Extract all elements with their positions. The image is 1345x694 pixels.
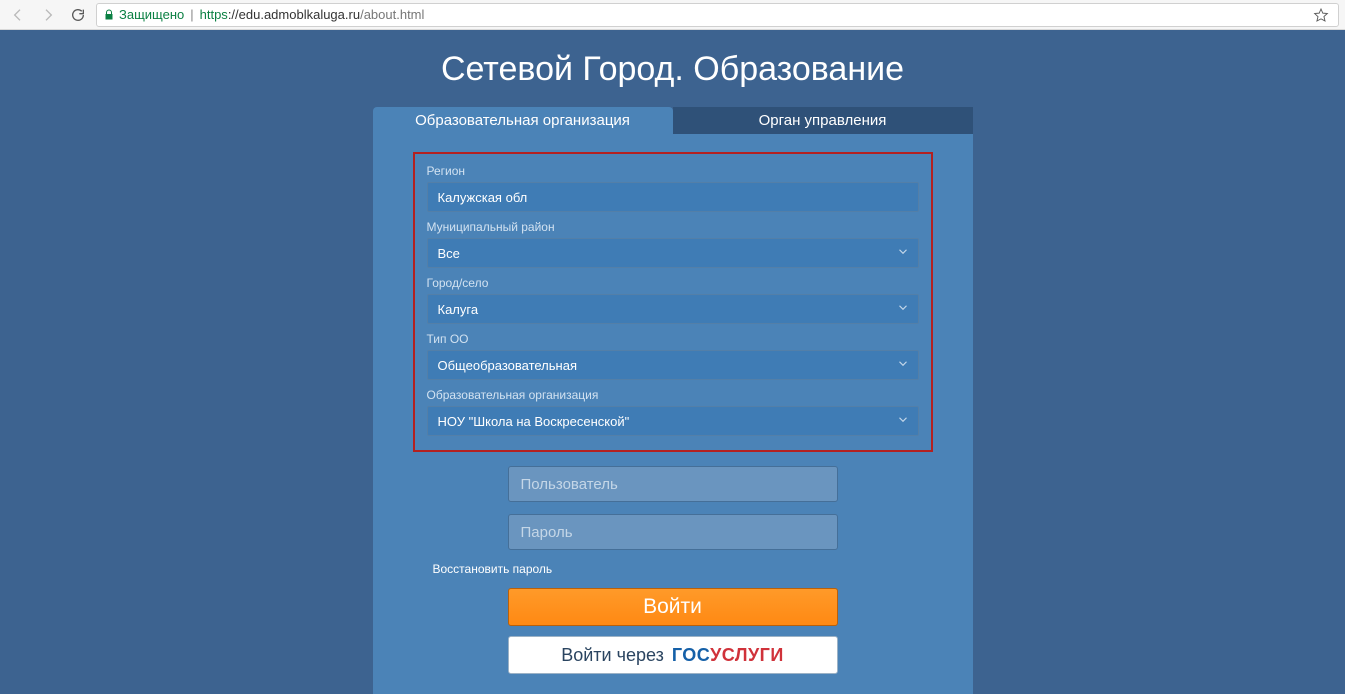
gosuslugi-prefix: Войти через (561, 645, 664, 666)
lock-icon: Защищено (103, 7, 184, 22)
login-button[interactable]: Войти (508, 588, 838, 626)
back-button[interactable] (6, 3, 30, 27)
browser-toolbar: Защищено | https://edu.admoblkaluga.ru/a… (0, 0, 1345, 30)
login-panel: Регион Калужская обл Муниципальный район… (373, 134, 973, 694)
district-value: Все (438, 246, 460, 261)
region-label: Регион (427, 164, 919, 178)
forward-button[interactable] (36, 3, 60, 27)
type-select[interactable]: Общеобразовательная (427, 350, 919, 380)
page-title: Сетевой Город. Образование (373, 30, 973, 107)
district-select[interactable]: Все (427, 238, 919, 268)
login-tabs: Образовательная организация Орган управл… (373, 107, 973, 134)
chevron-down-icon (896, 413, 910, 430)
username-input[interactable] (508, 466, 838, 502)
city-label: Город/село (427, 276, 919, 290)
url-separator: | (190, 7, 193, 22)
type-value: Общеобразовательная (438, 358, 578, 373)
chevron-down-icon (896, 301, 910, 318)
gosuslugi-logo: ГОСУСЛУГИ (672, 645, 784, 666)
region-value: Калужская обл (438, 190, 528, 205)
org-select[interactable]: НОУ "Школа на Воскресенской" (427, 406, 919, 436)
city-select[interactable]: Калуга (427, 294, 919, 324)
password-input[interactable] (508, 514, 838, 550)
bookmark-star-icon[interactable] (1310, 7, 1332, 23)
district-label: Муниципальный район (427, 220, 919, 234)
org-value: НОУ "Школа на Воскресенской" (438, 414, 630, 429)
reload-button[interactable] (66, 3, 90, 27)
address-bar[interactable]: Защищено | https://edu.admoblkaluga.ru/a… (96, 3, 1339, 27)
page-body: Сетевой Город. Образование Образовательн… (0, 30, 1345, 694)
org-label: Образовательная организация (427, 388, 919, 402)
org-selector-group: Регион Калужская обл Муниципальный район… (413, 152, 933, 452)
restore-password-link[interactable]: Восстановить пароль (433, 562, 553, 576)
chevron-down-icon (896, 245, 910, 262)
url-text: https://edu.admoblkaluga.ru/about.html (200, 7, 425, 22)
secure-label: Защищено (119, 7, 184, 22)
gosuslugi-button[interactable]: Войти через ГОСУСЛУГИ (508, 636, 838, 674)
city-value: Калуга (438, 302, 479, 317)
tab-educational-org[interactable]: Образовательная организация (373, 107, 673, 134)
chevron-down-icon (896, 357, 910, 374)
region-field: Калужская обл (427, 182, 919, 212)
tab-authority[interactable]: Орган управления (673, 107, 973, 134)
type-label: Тип ОО (427, 332, 919, 346)
